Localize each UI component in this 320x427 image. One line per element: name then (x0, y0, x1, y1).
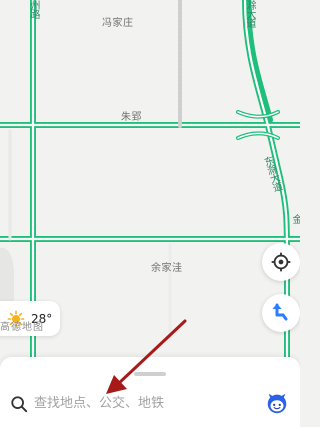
road-label-edge: 金 (290, 214, 300, 223)
navigation-button[interactable] (262, 294, 300, 332)
road-label-right-top: 滁大道 (244, 0, 255, 27)
assistant-icon[interactable] (264, 390, 290, 416)
search-input[interactable] (34, 391, 254, 415)
place-label-fengjiazhuang[interactable]: 冯家庄 (102, 14, 134, 29)
sheet-drag-handle[interactable] (134, 372, 166, 376)
map-watermark: 高德地图 (0, 322, 44, 333)
place-label-zhuying[interactable]: 朱郢 (121, 108, 142, 123)
search-icon[interactable] (10, 395, 28, 413)
locate-icon (271, 252, 291, 272)
map-screen: 冯家庄 朱郢 余家洼 州路 滁大道 东滁大道 金 28° 高德地图 (0, 0, 300, 427)
locate-button[interactable] (262, 243, 300, 281)
place-label-yujiawa[interactable]: 余家洼 (151, 259, 183, 274)
road-label-zhou-road: 州路 (28, 0, 39, 18)
navigation-icon (272, 303, 288, 321)
